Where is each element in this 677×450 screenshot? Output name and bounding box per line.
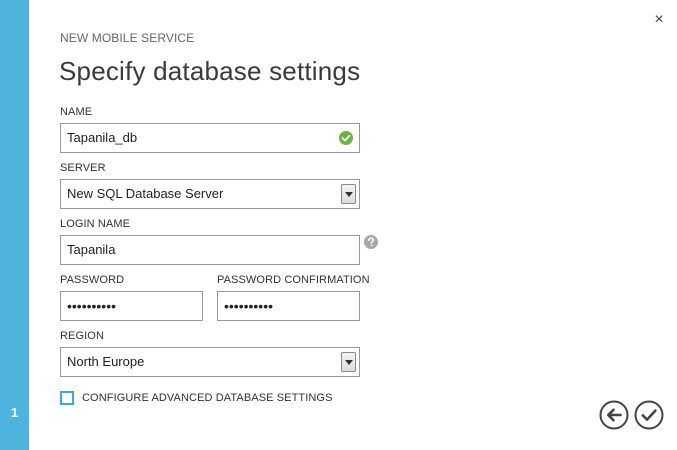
- wizard-label: NEW MOBILE SERVICE: [60, 31, 195, 45]
- login-name-field[interactable]: Tapanila: [60, 235, 360, 265]
- password-confirmation-value: ••••••••••: [224, 298, 274, 314]
- region-label: REGION: [60, 330, 104, 342]
- step-sidebar: 1: [0, 0, 29, 450]
- login-name-value: Tapanila: [67, 242, 116, 257]
- name-field[interactable]: Tapanila_db: [60, 123, 360, 153]
- advanced-settings-label[interactable]: CONFIGURE ADVANCED DATABASE SETTINGS: [82, 392, 333, 404]
- step-number: 1: [10, 405, 19, 420]
- server-selected-value: New SQL Database Server: [67, 186, 224, 201]
- server-select[interactable]: New SQL Database Server: [60, 179, 360, 209]
- check-circle-outline-icon: [634, 400, 664, 430]
- name-label: NAME: [60, 106, 93, 118]
- advanced-settings-checkbox[interactable]: [60, 391, 74, 405]
- password-confirmation-label: PASSWORD CONFIRMATION: [217, 274, 370, 286]
- close-button[interactable]: ×: [649, 10, 669, 30]
- login-name-label: LOGIN NAME: [60, 218, 131, 230]
- region-selected-value: North Europe: [67, 354, 145, 369]
- wizard-dialog: 1 × NEW MOBILE SERVICE Specify database …: [0, 0, 677, 450]
- check-circle-icon: [339, 131, 353, 145]
- password-label: PASSWORD: [60, 274, 125, 286]
- page-title: Specify database settings: [59, 56, 361, 86]
- password-field[interactable]: ••••••••••: [60, 291, 203, 321]
- chevron-down-icon: [341, 352, 356, 372]
- server-label: SERVER: [60, 162, 106, 174]
- region-select[interactable]: North Europe: [60, 347, 360, 377]
- arrow-left-circle-icon: [599, 400, 629, 430]
- chevron-down-icon: [341, 184, 356, 204]
- close-icon: ×: [654, 11, 664, 28]
- password-value: ••••••••••: [67, 298, 117, 314]
- finish-button[interactable]: [634, 400, 664, 430]
- question-circle-icon[interactable]: [364, 235, 378, 249]
- name-value: Tapanila_db: [67, 130, 138, 145]
- back-button[interactable]: [599, 400, 629, 430]
- password-confirmation-field[interactable]: ••••••••••: [217, 291, 360, 321]
